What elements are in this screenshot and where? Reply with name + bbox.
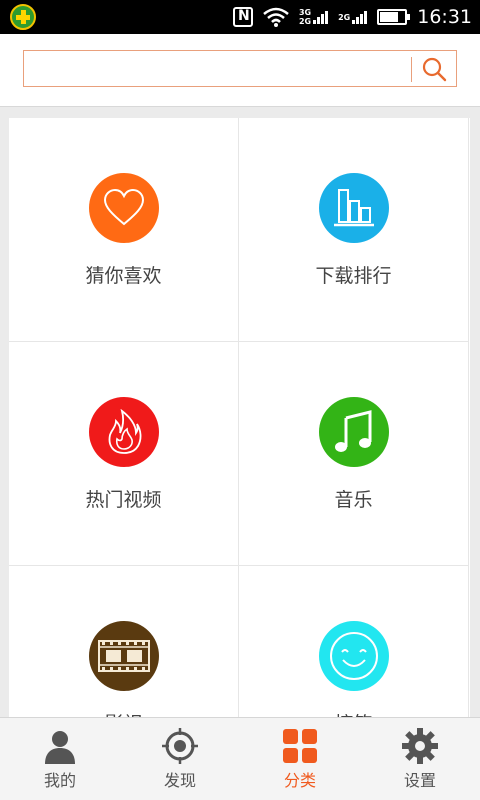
search-bar — [0, 34, 480, 107]
search-icon[interactable] — [420, 55, 448, 83]
fire-icon — [89, 397, 159, 467]
grid-icon — [283, 729, 317, 763]
smiley-icon — [319, 621, 389, 691]
network-type-bottom: 2G — [298, 17, 312, 26]
search-input[interactable] — [30, 55, 400, 82]
category-funny[interactable]: 搞笑 — [239, 566, 469, 718]
battery-icon — [377, 9, 411, 25]
film-icon — [89, 621, 159, 691]
category-download-ranking[interactable]: 下载排行 — [239, 118, 469, 342]
app-icon — [10, 4, 36, 30]
network-type-2: 2G — [338, 12, 351, 22]
tab-label: 设置 — [403, 771, 436, 790]
tab-category[interactable]: 分类 — [240, 718, 360, 800]
category-guess-you-like[interactable]: 猜你喜欢 — [9, 118, 239, 342]
category-grid: 猜你喜欢 下载排行 热门视频 音乐 — [9, 118, 470, 718]
tab-mine[interactable]: 我的 — [0, 718, 120, 800]
bottom-tab-bar: 我的 发现 分类 设置 — [0, 717, 480, 800]
music-note-icon — [319, 397, 389, 467]
category-hot-videos[interactable]: 热门视频 — [9, 342, 239, 566]
tab-label: 我的 — [43, 771, 76, 790]
gear-icon — [402, 728, 438, 764]
signal-icon: 3G 2G — [298, 8, 329, 26]
user-icon — [45, 731, 75, 764]
network-type-top: 3G — [298, 8, 312, 17]
category-music[interactable]: 音乐 — [239, 342, 469, 566]
tab-label: 分类 — [283, 771, 316, 790]
status-time: 16:31 — [417, 6, 472, 28]
compass-icon — [162, 728, 198, 764]
category-film[interactable]: 影视 — [9, 566, 239, 718]
heart-icon — [89, 173, 159, 243]
bar-chart-icon — [319, 173, 389, 243]
tab-discover[interactable]: 发现 — [120, 718, 240, 800]
wifi-icon — [263, 7, 289, 27]
tab-settings[interactable]: 设置 — [360, 718, 480, 800]
search-box[interactable] — [23, 50, 457, 87]
category-label: 音乐 — [334, 489, 373, 511]
signal-2-icon: 2G — [338, 10, 368, 24]
category-label: 热门视频 — [85, 489, 162, 511]
category-label: 下载排行 — [315, 265, 392, 287]
nfc-icon — [232, 7, 253, 27]
status-bar: 3G 2G 2G 16:31 — [0, 0, 480, 34]
search-divider — [411, 57, 412, 82]
category-label: 猜你喜欢 — [85, 265, 162, 287]
tab-label: 发现 — [163, 771, 196, 790]
